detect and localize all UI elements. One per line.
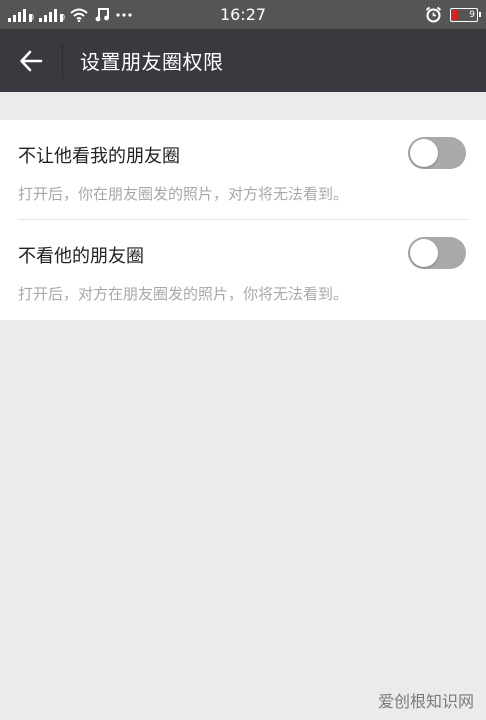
title-divider xyxy=(62,43,63,78)
setting-description: 打开后，对方在朋友圈发的照片，你将无法看到。 xyxy=(18,285,349,303)
watermark: 爱创根知识网 xyxy=(377,692,474,711)
setting-row-hide-their-moments: 不看他的朋友圈 打开后，对方在朋友圈发的照片，你将无法看到。 xyxy=(18,220,468,320)
setting-row-hide-my-moments: 不让他看我的朋友圈 打开后，你在朋友圈发的照片，对方将无法看到。 xyxy=(18,120,468,220)
setting-description: 打开后，你在朋友圈发的照片，对方将无法看到。 xyxy=(18,185,349,203)
battery-icon: 9 xyxy=(450,7,481,22)
page-title: 设置朋友圈权限 xyxy=(80,50,224,74)
back-button[interactable] xyxy=(0,29,62,92)
hide-my-moments-toggle[interactable] xyxy=(408,137,466,169)
hide-their-moments-toggle[interactable] xyxy=(408,237,466,269)
arrow-left-icon xyxy=(20,50,43,71)
toggle-knob xyxy=(410,139,438,167)
battery-level: 9 xyxy=(469,9,475,20)
settings-list: 不让他看我的朋友圈 打开后，你在朋友圈发的照片，对方将无法看到。 不看他的朋友圈… xyxy=(0,120,486,320)
title-bar: 设置朋友圈权限 xyxy=(0,29,486,92)
status-bar: 0 0 16:27 9 xyxy=(0,0,486,29)
toggle-knob xyxy=(410,239,438,267)
setting-label: 不让他看我的朋友圈 xyxy=(18,146,180,167)
setting-label: 不看他的朋友圈 xyxy=(18,246,144,267)
status-time: 16:27 xyxy=(219,5,267,24)
